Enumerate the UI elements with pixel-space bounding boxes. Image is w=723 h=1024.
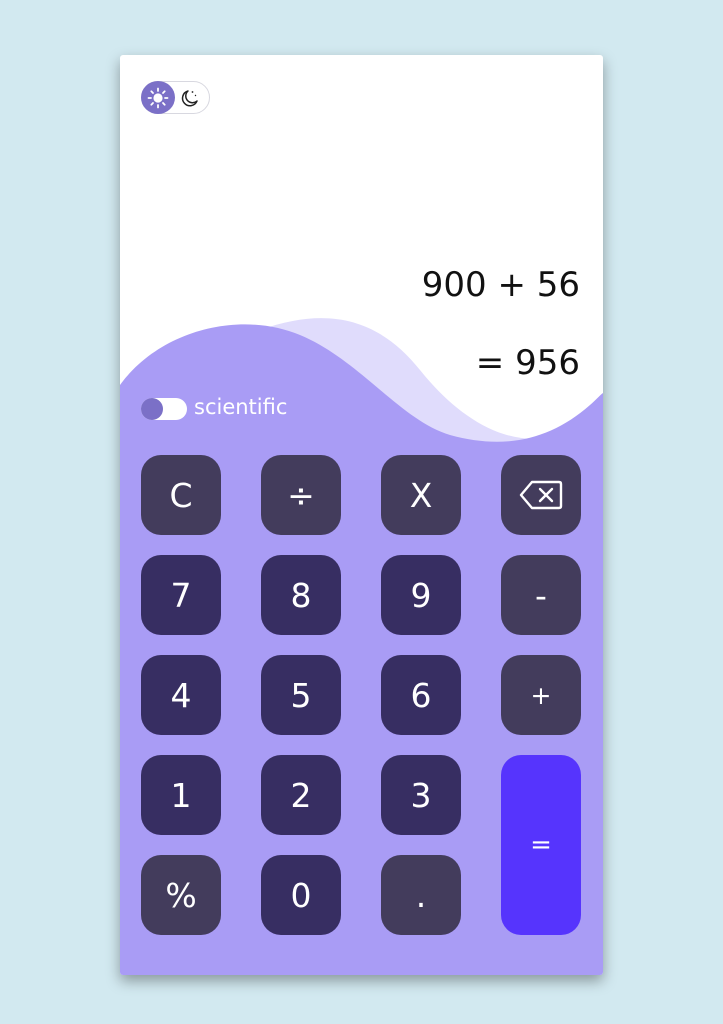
digit-8-button[interactable]: 8 [261, 555, 341, 635]
expression-display: 900 + 56 [421, 265, 580, 305]
plus-button[interactable]: + [501, 655, 581, 735]
digit-3-button[interactable]: 3 [381, 755, 461, 835]
scientific-label: scientific [194, 395, 288, 419]
digit-1-button[interactable]: 1 [141, 755, 221, 835]
percent-button[interactable]: % [141, 855, 221, 935]
decimal-button[interactable]: . [381, 855, 461, 935]
theme-toggle[interactable] [141, 81, 210, 114]
digit-9-button[interactable]: 9 [381, 555, 461, 635]
calculator-panel: 900 + 56 = 956 scientific C ÷ X 7 8 9 - … [120, 55, 603, 975]
scientific-toggle[interactable] [141, 398, 187, 420]
multiply-button[interactable]: X [381, 455, 461, 535]
equals-button[interactable]: = [501, 755, 581, 935]
minus-button[interactable]: - [501, 555, 581, 635]
digit-4-button[interactable]: 4 [141, 655, 221, 735]
moon-icon [181, 90, 198, 107]
clear-button[interactable]: C [141, 455, 221, 535]
scientific-toggle-knob [141, 398, 163, 420]
digit-2-button[interactable]: 2 [261, 755, 341, 835]
result-display: = 956 [475, 343, 580, 383]
digit-6-button[interactable]: 6 [381, 655, 461, 735]
backspace-button[interactable] [501, 455, 581, 535]
divide-button[interactable]: ÷ [261, 455, 341, 535]
digit-7-button[interactable]: 7 [141, 555, 221, 635]
digit-0-button[interactable]: 0 [261, 855, 341, 935]
digit-5-button[interactable]: 5 [261, 655, 341, 735]
backspace-icon [519, 480, 563, 510]
sun-icon [141, 81, 175, 114]
